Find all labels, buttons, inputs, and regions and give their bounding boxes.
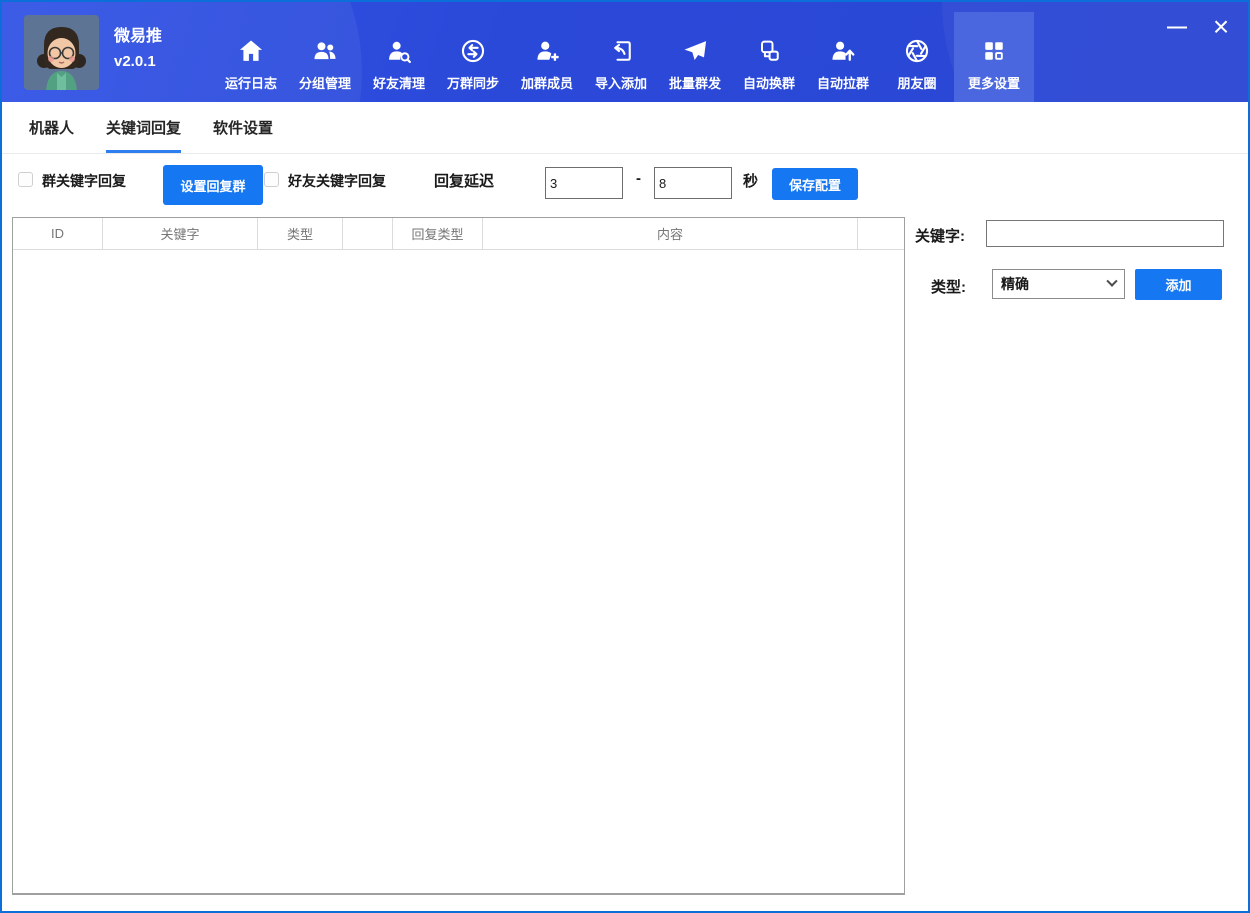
nav-label: 万群同步 [447,73,499,92]
nav-item-moments[interactable]: 朋友圈 [880,12,954,102]
app-name: 微易推 [114,25,162,50]
app-version: v2.0.1 [114,50,162,73]
nav-item-auto-pull-group[interactable]: 自动拉群 [806,12,880,102]
keyword-field-label: 关键字: [915,225,965,246]
column-header-blank [343,218,393,249]
person-up-icon [829,36,857,66]
nav-label: 自动换群 [743,73,795,92]
avatar [24,15,99,90]
chevron-down-icon [1106,276,1117,287]
reply-delay-label: 回复延迟 [434,170,494,191]
person-search-icon [385,36,413,66]
save-config-button[interactable]: 保存配置 [772,168,858,200]
nav-label: 运行日志 [225,73,277,92]
friend-keyword-reply-checkbox[interactable] [264,172,279,187]
nav-label: 朋友圈 [897,73,936,92]
nav-item-auto-switch-group[interactable]: 自动换群 [732,12,806,102]
nav-item-import-add[interactable]: 导入添加 [584,12,658,102]
keyword-input[interactable] [986,220,1224,247]
column-header-blank-2 [858,218,904,249]
paper-plane-icon [681,36,709,66]
nav-item-bulk-send[interactable]: 批量群发 [658,12,732,102]
avatar-girl-illustration [24,15,99,90]
app-title: 微易推 v2.0.1 [114,25,162,73]
app-window: 微易推 v2.0.1 运行日志 分组管理 好友清理 [0,0,1250,913]
set-reply-group-button[interactable]: 设置回复群 [163,165,263,205]
nav-item-friend-clean[interactable]: 好友清理 [362,12,436,102]
grid-squares-icon [980,36,1008,66]
column-header-content: 内容 [483,218,858,249]
tab-software-settings[interactable]: 软件设置 [213,102,273,153]
nav-item-run-log[interactable]: 运行日志 [214,12,288,102]
column-header-id: ID [13,218,103,249]
nav-item-group-manage[interactable]: 分组管理 [288,12,362,102]
import-box-icon [607,36,635,66]
settings-tabs: 机器人 关键词回复 软件设置 [2,102,1248,154]
tab-robot[interactable]: 机器人 [29,102,74,153]
group-people-icon [311,36,339,66]
nav-label: 好友清理 [373,73,425,92]
nav-label: 自动拉群 [817,73,869,92]
main-nav: 运行日志 分组管理 好友清理 万群同步 [214,12,1034,102]
nav-item-group-sync[interactable]: 万群同步 [436,12,510,102]
delay-max-input[interactable] [654,167,732,199]
table-header-row: ID 关键字 类型 回复类型 内容 [13,218,904,250]
person-add-icon [533,36,561,66]
delay-dash: - [636,170,641,187]
sync-circle-icon [459,36,487,66]
org-nodes-icon [755,36,783,66]
header-bar: 微易推 v2.0.1 运行日志 分组管理 好友清理 [2,2,1248,102]
tab-keyword-reply[interactable]: 关键词回复 [106,102,181,153]
type-select[interactable]: 精确 [992,269,1125,299]
group-keyword-reply-label: 群关键字回复 [42,171,126,191]
table-body-empty [13,250,904,893]
column-header-reply-type: 回复类型 [393,218,483,249]
home-icon [237,36,265,66]
type-select-value: 精确 [1001,274,1108,294]
keyword-reply-table: ID 关键字 类型 回复类型 内容 [12,217,905,895]
column-header-keyword: 关键字 [103,218,258,249]
nav-label: 更多设置 [968,73,1020,92]
group-keyword-reply-checkbox[interactable] [18,172,33,187]
nav-label: 批量群发 [669,73,721,92]
friend-keyword-reply-label: 好友关键字回复 [288,171,386,191]
nav-item-add-group-member[interactable]: 加群成员 [510,12,584,102]
aperture-icon [903,36,931,66]
column-header-type: 类型 [258,218,343,249]
minimize-button[interactable]: — [1164,14,1190,40]
close-button[interactable]: × [1208,14,1234,40]
nav-item-more-settings[interactable]: 更多设置 [954,12,1034,102]
delay-min-input[interactable] [545,167,623,199]
seconds-label: 秒 [743,170,758,191]
window-controls: — × [1164,14,1234,40]
nav-label: 分组管理 [299,73,351,92]
nav-label: 导入添加 [595,73,647,92]
type-field-label: 类型: [931,276,966,297]
nav-label: 加群成员 [521,73,573,92]
add-keyword-button[interactable]: 添加 [1135,269,1222,300]
